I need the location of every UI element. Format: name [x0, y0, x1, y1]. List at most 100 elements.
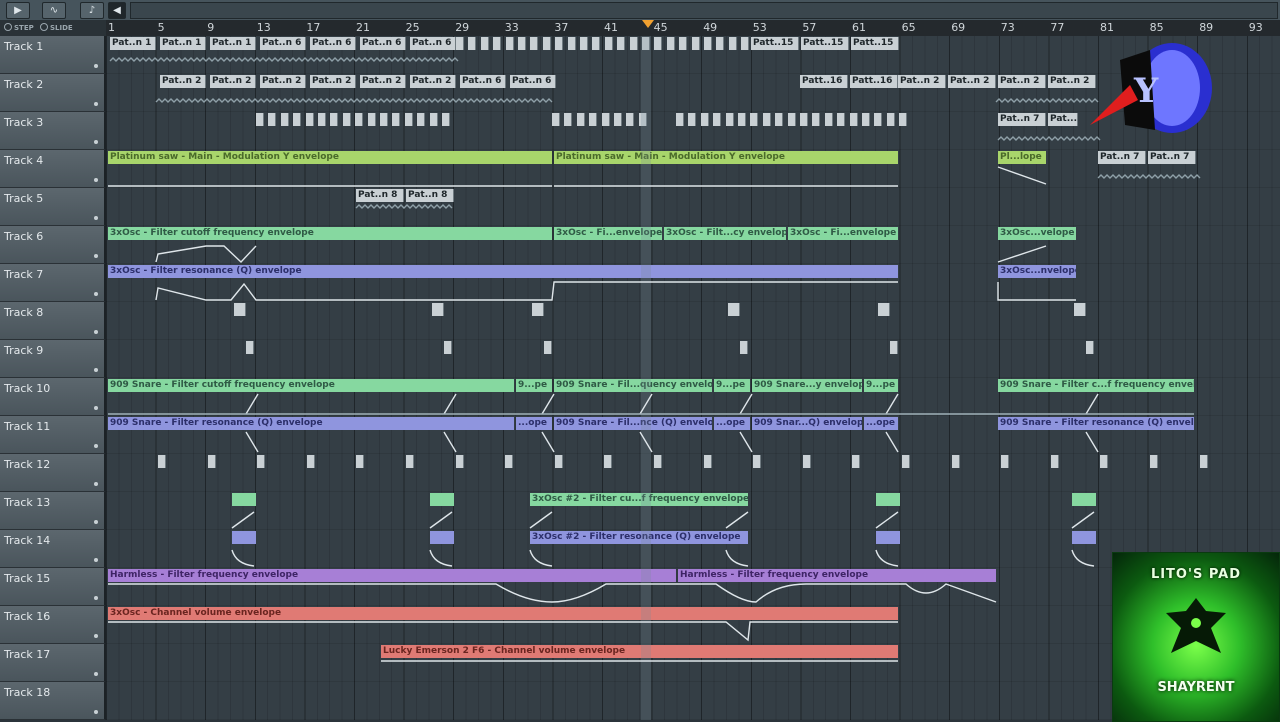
- playlist-clip[interactable]: Pl...lope: [998, 151, 1046, 164]
- slide-mode-toggle[interactable]: SLIDE: [40, 23, 73, 32]
- playlist-clip[interactable]: [330, 113, 339, 126]
- playlist-clip[interactable]: 3xOsc - Channel volume envelope: [108, 607, 898, 620]
- playlist-clip[interactable]: [716, 37, 725, 50]
- playlist-clip[interactable]: Pat..n 2: [160, 75, 206, 88]
- playlist-clip[interactable]: ...ope: [516, 417, 552, 430]
- playlist-clip[interactable]: [802, 455, 811, 468]
- playlist-clip[interactable]: [614, 113, 622, 126]
- playlist-clip[interactable]: 3xOsc #2 - Filter cu...f frequency envel…: [530, 493, 748, 506]
- playlist-clip[interactable]: Pat..n 6: [360, 37, 406, 50]
- track-header-8[interactable]: Track 8: [0, 302, 106, 340]
- playlist-clip[interactable]: [356, 455, 365, 468]
- playlist-clip[interactable]: [890, 341, 898, 354]
- track-led-icon[interactable]: [94, 140, 98, 144]
- playlist-clip[interactable]: 3xOsc - Filt...cy envelope: [664, 227, 786, 240]
- playlist-clip[interactable]: [800, 113, 808, 126]
- playlist-clip[interactable]: [417, 113, 426, 126]
- playlist-clip[interactable]: [455, 455, 464, 468]
- playlist-clip[interactable]: [293, 113, 302, 126]
- playlist-clip[interactable]: [1050, 455, 1059, 468]
- track-led-icon[interactable]: [94, 596, 98, 600]
- song-position-marker[interactable]: [642, 20, 654, 28]
- playlist-clip[interactable]: [886, 113, 895, 126]
- playlist-clip[interactable]: [158, 455, 166, 468]
- playlist-clip[interactable]: [654, 37, 663, 50]
- playlist-clip[interactable]: [256, 113, 264, 126]
- playlist-clip[interactable]: Patt..15: [851, 37, 899, 50]
- playlist-clip[interactable]: [367, 113, 376, 126]
- playlist-clip[interactable]: [430, 531, 454, 544]
- playlist-clip[interactable]: Harmless - Filter frequency envelope: [678, 569, 996, 582]
- playlist-clip[interactable]: 909 Snare - Fil...quency envelope: [554, 379, 712, 392]
- playlist-clip[interactable]: [951, 455, 960, 468]
- playlist-clip[interactable]: [703, 455, 712, 468]
- playlist-clip[interactable]: Pat..n 7: [1098, 151, 1146, 164]
- playlist-clip[interactable]: Pat..n 2: [310, 75, 356, 88]
- track-led-icon[interactable]: [94, 216, 98, 220]
- playlist-clip[interactable]: [626, 113, 635, 126]
- playlist-clip[interactable]: [902, 455, 910, 468]
- playlist-clip[interactable]: [713, 113, 722, 126]
- playlist-clip[interactable]: [753, 455, 762, 468]
- playhead[interactable]: [641, 36, 651, 720]
- playlist-clip[interactable]: [787, 113, 796, 126]
- playlist-clip[interactable]: [601, 113, 610, 126]
- track-led-icon[interactable]: [94, 482, 98, 486]
- playlist-clip[interactable]: [824, 113, 833, 126]
- playlist-clip[interactable]: [544, 341, 552, 354]
- track-header-12[interactable]: Track 12: [0, 454, 106, 492]
- playlist-clip[interactable]: Patt..16: [850, 75, 898, 88]
- track-header-4[interactable]: Track 4: [0, 150, 106, 188]
- playlist-clip[interactable]: [1074, 303, 1086, 316]
- track-header-13[interactable]: Track 13: [0, 492, 106, 530]
- track-header-2[interactable]: Track 2: [0, 74, 106, 112]
- playlist-clip[interactable]: [234, 303, 246, 316]
- playlist-clip[interactable]: [442, 113, 450, 126]
- playlist-clip[interactable]: [207, 455, 216, 468]
- playlist-clip[interactable]: [576, 113, 585, 126]
- playlist-clip[interactable]: Patt..15: [751, 37, 799, 50]
- playlist-clip[interactable]: [741, 37, 750, 50]
- playlist-clip[interactable]: [679, 37, 688, 50]
- playlist-clip[interactable]: Pat..n 2: [260, 75, 306, 88]
- track-header-16[interactable]: Track 16: [0, 606, 106, 644]
- playlist-clip[interactable]: [380, 113, 388, 126]
- playlist-clip[interactable]: [728, 37, 737, 50]
- playlist-clip[interactable]: [1150, 455, 1158, 468]
- playlist-clip[interactable]: [567, 37, 576, 50]
- track-led-icon[interactable]: [94, 368, 98, 372]
- playlist-clip[interactable]: [725, 113, 734, 126]
- track-header-18[interactable]: Track 18: [0, 682, 106, 720]
- playlist-clip[interactable]: [878, 303, 890, 316]
- playlist-clip[interactable]: [876, 531, 900, 544]
- playlist-clip[interactable]: [899, 113, 908, 126]
- playlist-clip[interactable]: [232, 531, 256, 544]
- playlist-clip[interactable]: [392, 113, 401, 126]
- playlist-clip[interactable]: Lucky Emerson 2 F6 - Channel volume enve…: [381, 645, 898, 658]
- playlist-clip[interactable]: [532, 303, 544, 316]
- slide-tool-icon[interactable]: ∿: [42, 2, 66, 19]
- playlist-clip[interactable]: Pat..n 7: [1148, 151, 1196, 164]
- playlist-clip[interactable]: [1072, 493, 1096, 506]
- step-mode-toggle[interactable]: STEP: [4, 23, 34, 32]
- playlist-clip[interactable]: [654, 455, 662, 468]
- playlist-clip[interactable]: [429, 113, 438, 126]
- playlist-clip[interactable]: [246, 341, 254, 354]
- playlist-clip[interactable]: [837, 113, 846, 126]
- track-led-icon[interactable]: [94, 444, 98, 448]
- playlist-clip[interactable]: 3xOsc...nvelope: [998, 265, 1076, 278]
- playlist-clip[interactable]: [456, 37, 464, 50]
- playlist-clip[interactable]: Pat..n 1: [210, 37, 256, 50]
- playlist-clip[interactable]: Harmless - Filter frequency envelope: [108, 569, 676, 582]
- playlist-clip[interactable]: [542, 37, 551, 50]
- playlist-clip[interactable]: [480, 37, 489, 50]
- playlist-clip[interactable]: [530, 37, 539, 50]
- playlist-clip[interactable]: 9...pe: [714, 379, 750, 392]
- playlist-clip[interactable]: 909 Snare...y envelope: [752, 379, 862, 392]
- track-led-icon[interactable]: [94, 520, 98, 524]
- playlist-clip[interactable]: 3xOsc - Filter resonance (Q) envelope: [108, 265, 898, 278]
- track-led-icon[interactable]: [94, 672, 98, 676]
- track-header-9[interactable]: Track 9: [0, 340, 106, 378]
- track-led-icon[interactable]: [94, 558, 98, 562]
- playlist-clip[interactable]: [617, 37, 626, 50]
